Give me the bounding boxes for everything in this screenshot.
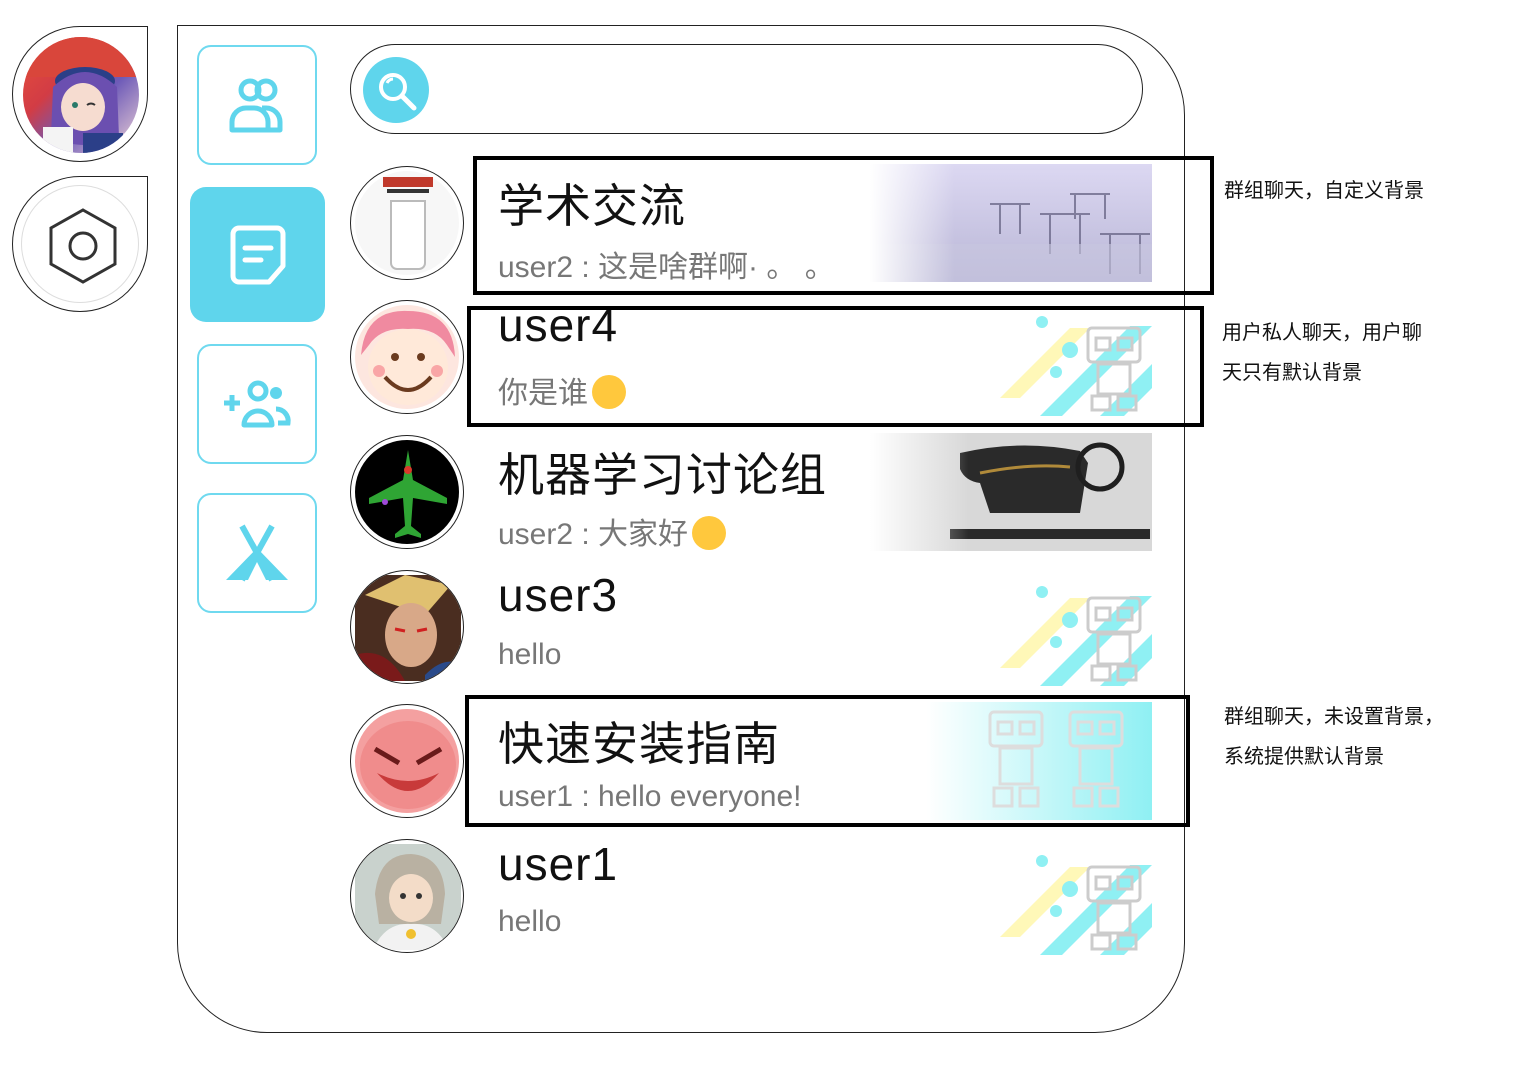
user-avatar[interactable] bbox=[23, 37, 139, 153]
chat-last-message: hello bbox=[498, 638, 562, 671]
chat-custom-background bbox=[870, 433, 1152, 551]
chat-default-background bbox=[870, 837, 1152, 955]
settings-button[interactable] bbox=[12, 176, 148, 312]
nav-friends-button[interactable] bbox=[197, 45, 317, 165]
smiling-face-with-hearts-emoji-icon bbox=[692, 516, 727, 550]
highlight-box-private bbox=[467, 306, 1204, 427]
chat-message-text: user2 : 大家好 bbox=[498, 518, 689, 551]
chat-avatar bbox=[350, 300, 464, 414]
nav-discover-button[interactable] bbox=[197, 493, 317, 613]
highlight-box-group-default bbox=[465, 695, 1190, 827]
add-user-icon bbox=[224, 380, 291, 428]
highlight-box-group-custom bbox=[473, 156, 1214, 295]
chat-last-message: hello bbox=[498, 905, 562, 938]
annotation-group-default: 群组聊天，未设置背景， 系统提供默认背景 bbox=[1224, 696, 1444, 776]
group-icon bbox=[229, 78, 283, 133]
annotation-private-line2: 天只有默认背景 bbox=[1222, 360, 1362, 384]
chat-avatar bbox=[350, 839, 464, 953]
chat-avatar bbox=[350, 166, 464, 280]
chat-name: user3 bbox=[498, 569, 619, 621]
chat-name: 机器学习讨论组 bbox=[498, 449, 827, 501]
annotation-group-default-line1: 群组聊天，未设置背景， bbox=[1224, 704, 1444, 728]
chat-default-background bbox=[870, 568, 1152, 686]
chat-avatar bbox=[350, 435, 464, 549]
chat-last-message: user2 : 大家好 bbox=[498, 509, 727, 553]
chat-avatar bbox=[350, 704, 464, 818]
search-icon[interactable] bbox=[363, 57, 429, 123]
user-avatar-bubble[interactable] bbox=[12, 26, 148, 162]
annotation-private-line1: 用户私人聊天，用户聊 bbox=[1222, 320, 1422, 344]
chat-name: user1 bbox=[498, 838, 619, 890]
annotation-group-custom: 群组聊天，自定义背景 bbox=[1224, 178, 1424, 202]
annotation-group-default-line2: 系统提供默认背景 bbox=[1224, 744, 1384, 768]
hexagon-settings-icon bbox=[49, 208, 117, 284]
annotation-private: 用户私人聊天，用户聊 天只有默认背景 bbox=[1222, 312, 1422, 392]
tent-icon bbox=[226, 524, 288, 582]
nav-add-friend-button[interactable] bbox=[197, 344, 317, 464]
nav-chats-button[interactable] bbox=[190, 187, 325, 322]
search-input[interactable] bbox=[446, 65, 1110, 115]
chat-item-group[interactable]: 机器学习讨论组 user2 : 大家好 bbox=[350, 433, 1152, 551]
chat-icon bbox=[230, 225, 285, 284]
search-bar[interactable] bbox=[350, 44, 1143, 134]
chat-avatar bbox=[350, 570, 464, 684]
chat-item-private[interactable]: user3 hello bbox=[350, 568, 1152, 686]
chat-item-private[interactable]: user1 hello bbox=[350, 837, 1152, 955]
